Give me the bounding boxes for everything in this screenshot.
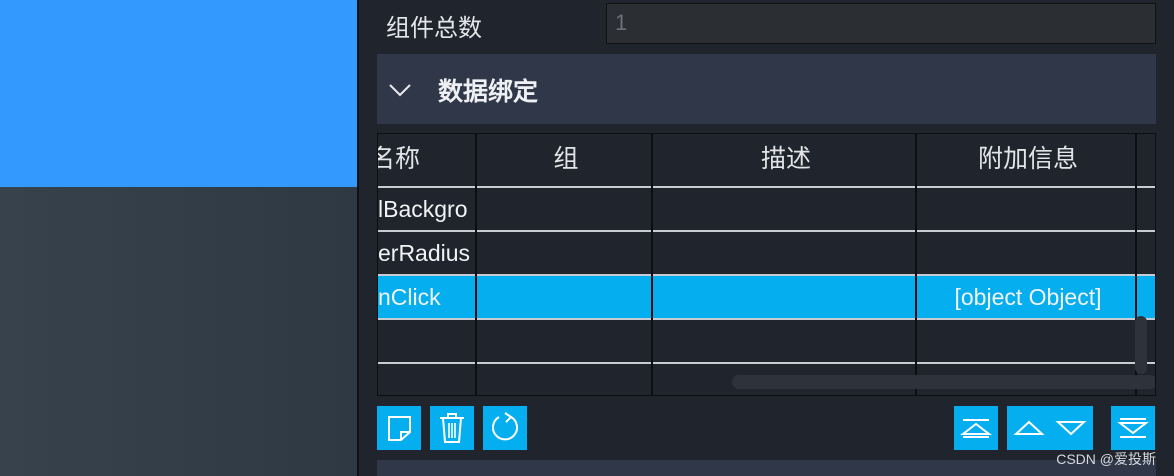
column-header-name[interactable]: 名称 bbox=[378, 134, 470, 186]
new-icon bbox=[388, 416, 411, 441]
binding-table: 名称 组 描述 附加信息 lBackgro erRadius nClick [o… bbox=[377, 133, 1156, 396]
table-header: 名称 组 描述 附加信息 bbox=[378, 134, 1155, 186]
move-down-button[interactable] bbox=[1049, 406, 1093, 450]
refresh-button[interactable] bbox=[483, 406, 527, 450]
move-bottom-button[interactable] bbox=[1111, 406, 1155, 450]
table-row[interactable] bbox=[378, 320, 1155, 362]
delete-binding-button[interactable] bbox=[430, 406, 474, 450]
column-divider bbox=[475, 134, 477, 395]
move-up-button[interactable] bbox=[1007, 406, 1051, 450]
table-row[interactable]: erRadius bbox=[378, 232, 1155, 274]
move-top-button[interactable] bbox=[954, 406, 998, 450]
column-header-group[interactable]: 组 bbox=[478, 134, 654, 186]
canvas-blue-region bbox=[0, 0, 357, 187]
column-header-description[interactable]: 描述 bbox=[654, 134, 918, 186]
trash-icon bbox=[440, 413, 464, 443]
next-section-header[interactable] bbox=[377, 460, 1156, 476]
section-title: 数据绑定 bbox=[438, 77, 539, 106]
move-bottom-icon bbox=[1117, 418, 1149, 438]
move-top-icon bbox=[960, 419, 992, 438]
cell-name: lBackgro bbox=[378, 196, 468, 222]
row-divider bbox=[378, 362, 1155, 364]
cell-extra: [object Object] bbox=[954, 284, 1102, 310]
cell-name: nClick bbox=[378, 284, 441, 310]
chevron-down-icon bbox=[389, 84, 411, 97]
column-divider bbox=[651, 134, 653, 395]
refresh-icon bbox=[492, 412, 518, 441]
table-row[interactable]: lBackgro bbox=[378, 188, 1155, 230]
column-divider bbox=[915, 134, 917, 395]
horizontal-scrollbar[interactable] bbox=[732, 375, 1155, 389]
component-count-field[interactable]: 1 bbox=[606, 3, 1156, 44]
table-row-selected[interactable]: nClick [object Object] bbox=[378, 276, 1155, 318]
cell-name: erRadius bbox=[378, 240, 471, 266]
properties-panel: 组件总数 1 数据绑定 名称 组 描述 附加信息 lBackgro erRadi… bbox=[359, 0, 1174, 476]
watermark: CSDN @爱投斯 bbox=[1056, 451, 1156, 467]
data-binding-section-header[interactable]: 数据绑定 bbox=[377, 54, 1156, 124]
new-binding-button[interactable] bbox=[377, 406, 421, 450]
canvas-dark-region bbox=[0, 187, 357, 476]
vertical-scrollbar[interactable] bbox=[1135, 316, 1147, 374]
column-header-extra[interactable]: 附加信息 bbox=[918, 134, 1138, 186]
component-count-label: 组件总数 bbox=[386, 14, 482, 42]
move-down-icon bbox=[1055, 421, 1087, 436]
move-up-icon bbox=[1013, 420, 1045, 435]
